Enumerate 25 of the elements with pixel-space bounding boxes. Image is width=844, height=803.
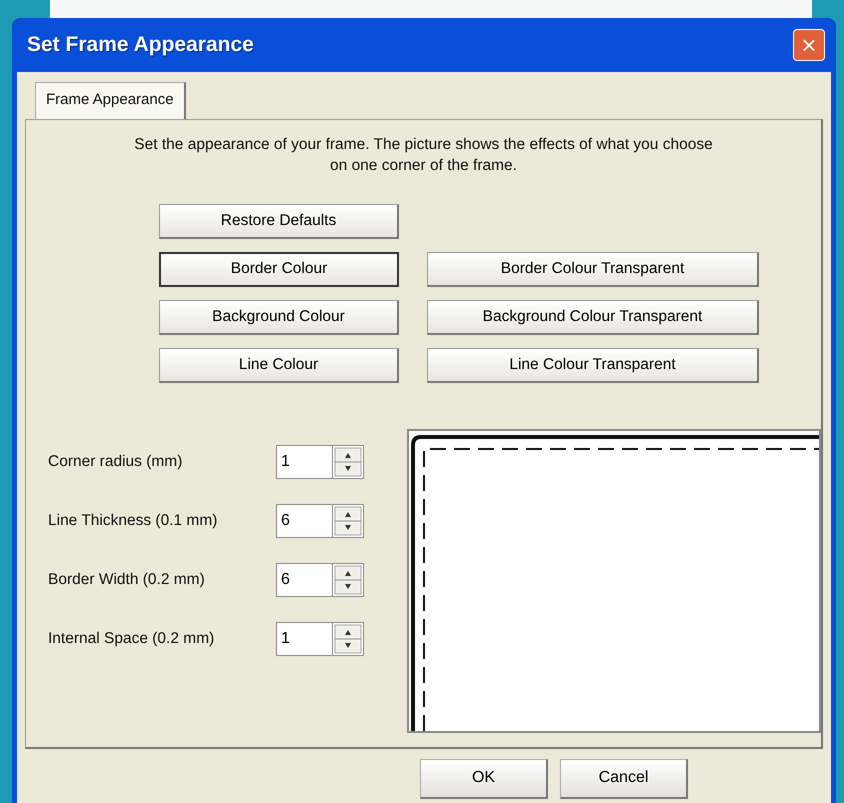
field-label: Border Width (0.2 mm) [48,570,206,590]
colour-button[interactable]: Line Colour Transparent [427,348,759,382]
spin-field[interactable]: 6 [276,562,332,596]
spin-field[interactable]: 1 [276,622,332,656]
colour-button[interactable]: Border Colour [159,252,399,286]
spin-arrows-icon[interactable] [332,622,364,656]
spin-field[interactable]: 1 [276,444,332,478]
colour-button[interactable]: Line Colour [159,348,399,382]
ok-button[interactable]: OK [420,758,548,798]
description-text: Set the appearance of your frame. The picture shows the effects of what you choose on one corner of the frame. [134,134,714,176]
field-label: Internal Space (0.2 mm) [48,628,216,649]
cancel-button[interactable]: Cancel [560,758,688,798]
colour-button[interactable]: Background Colour [159,300,399,334]
colour-button[interactable]: Background Colour Transparent [427,300,759,334]
spin-arrows-icon[interactable] [332,504,364,538]
window-title: Set Frame Appearance [27,32,254,58]
field-label: Corner radius (mm) [48,452,184,472]
spin-arrows-icon[interactable] [332,444,364,478]
field-label: Line Thickness (0.1 mm) [48,510,218,531]
spin-field[interactable]: 6 [276,504,332,538]
close-button[interactable]: × [793,29,825,61]
spin-arrows-icon[interactable] [332,562,364,596]
colour-button[interactable]: Border Colour Transparent [427,252,759,286]
colour-button[interactable]: Restore Defaults [159,204,399,238]
tab[interactable]: Frame Appearance [35,82,186,118]
